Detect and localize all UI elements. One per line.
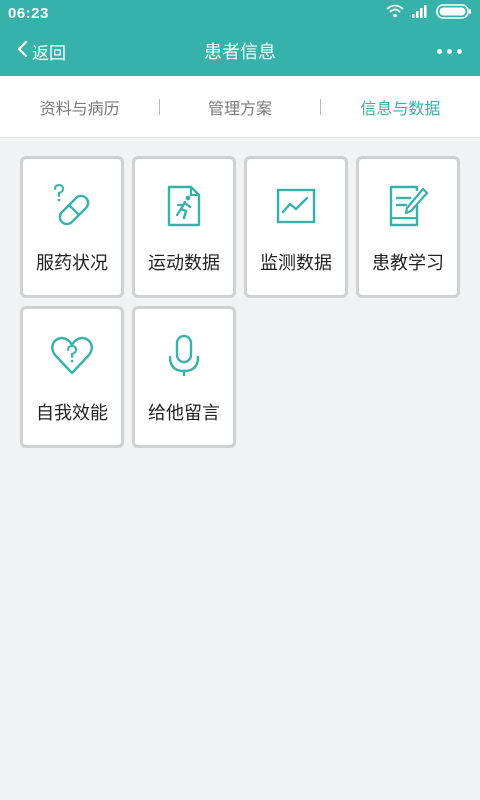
app-header: 06:23 返回 患者信息 xyxy=(0,0,480,76)
tile-leave-message[interactable]: 给他留言 xyxy=(132,306,236,448)
battery-icon xyxy=(436,3,472,23)
status-time: 06:23 xyxy=(8,4,49,22)
notebook-pen-icon xyxy=(385,183,431,229)
tile-label: 服药状况 xyxy=(36,253,108,274)
tile-self-efficacy[interactable]: 自我效能 xyxy=(20,306,124,448)
tile-label: 患教学习 xyxy=(372,253,444,274)
tile-label: 自我效能 xyxy=(36,403,108,424)
navigation-bar: 返回 患者信息 xyxy=(0,26,480,76)
wifi-icon xyxy=(386,4,404,22)
signal-icon xyxy=(412,4,428,22)
pill-icon xyxy=(49,183,95,229)
tile-medication[interactable]: 服药状况 xyxy=(20,156,124,298)
tile-exercise[interactable]: 运动数据 xyxy=(132,156,236,298)
tile-education[interactable]: 患教学习 xyxy=(356,156,460,298)
tile-label: 给他留言 xyxy=(148,403,220,424)
chart-icon xyxy=(273,183,319,229)
page-title: 患者信息 xyxy=(204,42,276,63)
back-button[interactable]: 返回 xyxy=(16,39,66,64)
back-label: 返回 xyxy=(32,43,66,64)
more-options-button[interactable] xyxy=(435,43,464,60)
tile-label: 运动数据 xyxy=(148,253,220,274)
tab-management-plan[interactable]: 管理方案 xyxy=(160,95,319,119)
tab-bar: 资料与病历 管理方案 信息与数据 xyxy=(0,76,480,138)
microphone-icon xyxy=(161,333,207,379)
heart-question-icon xyxy=(49,333,95,379)
tile-label: 监测数据 xyxy=(260,253,332,274)
status-icons xyxy=(386,3,472,23)
feature-grid: 服药状况 运动数据 监测数据 患教学习 自我效能 给他留言 xyxy=(0,138,480,448)
status-bar: 06:23 xyxy=(0,0,480,26)
tab-info-data[interactable]: 信息与数据 xyxy=(321,95,480,119)
more-dots-icon xyxy=(437,48,442,54)
chevron-left-icon xyxy=(16,40,28,63)
running-icon xyxy=(161,183,207,229)
tab-profile-records[interactable]: 资料与病历 xyxy=(0,95,159,119)
tile-monitoring[interactable]: 监测数据 xyxy=(244,156,348,298)
